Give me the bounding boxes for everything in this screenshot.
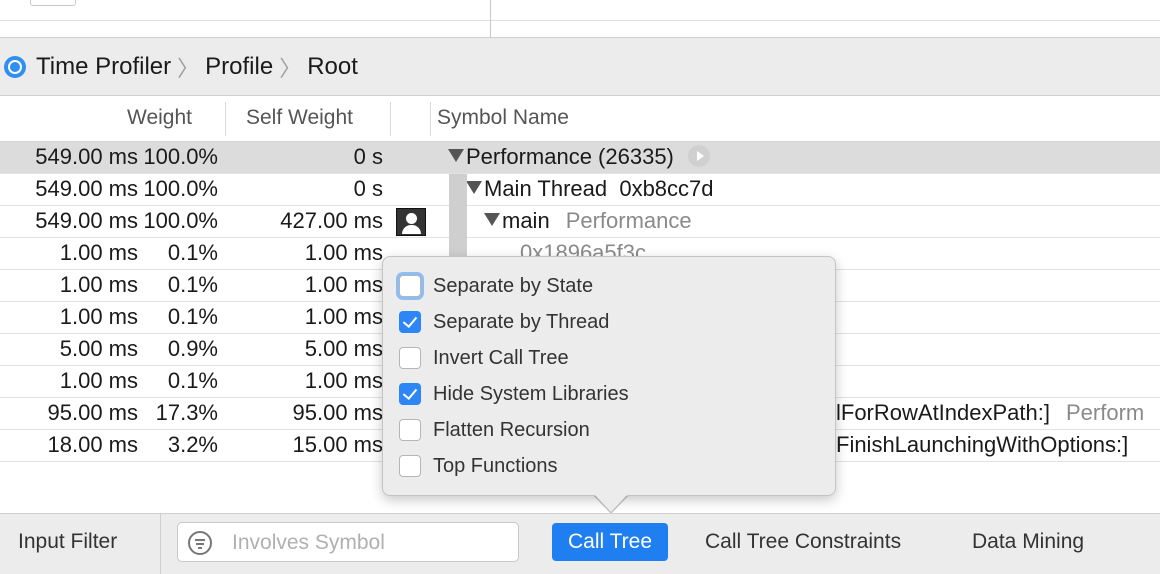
divider bbox=[490, 0, 491, 38]
symbol-search-field[interactable]: Involves Symbol bbox=[177, 522, 519, 562]
table-row[interactable]: 549.00 ms 100.0% 0 s Performance (26335) bbox=[0, 142, 1160, 174]
input-filter-button[interactable]: Input Filter bbox=[18, 530, 117, 554]
self-weight-cell: 427.00 ms bbox=[280, 208, 383, 233]
column-header-self-weight[interactable]: Self Weight bbox=[246, 106, 353, 130]
weight-cell: 1.00 ms bbox=[59, 368, 138, 393]
percent-cell: 17.3% bbox=[155, 400, 218, 425]
disclosure-triangle-icon[interactable] bbox=[448, 149, 464, 162]
weight-cell: 549.00 ms bbox=[35, 208, 138, 233]
column-divider[interactable] bbox=[390, 102, 391, 136]
percent-cell: 0.1% bbox=[167, 304, 218, 329]
option-separate-by-state[interactable]: Separate by State bbox=[399, 271, 593, 301]
checkbox[interactable] bbox=[399, 275, 421, 297]
self-weight-cell: 1.00 ms bbox=[304, 368, 383, 393]
column-header-symbol-name[interactable]: Symbol Name bbox=[437, 106, 569, 130]
weight-cell: 18.00 ms bbox=[47, 432, 139, 457]
self-weight-cell: 95.00 ms bbox=[292, 400, 384, 425]
library-name: Performance bbox=[565, 208, 692, 233]
percent-cell: 100.0% bbox=[143, 144, 218, 169]
checkbox[interactable] bbox=[399, 347, 421, 369]
symbol-cell: Performance (26335) bbox=[448, 144, 710, 170]
symbol-name: FinishLaunchingWithOptions:] bbox=[836, 432, 1129, 457]
percent-cell: 0.1% bbox=[167, 240, 218, 265]
option-label: Separate by State bbox=[433, 274, 594, 297]
user-code-icon bbox=[396, 208, 426, 236]
symbol-name: Main Thread 0xb8cc7d bbox=[484, 176, 714, 201]
weight-cell: 549.00 ms bbox=[35, 176, 138, 201]
symbol-cell: Main Thread 0xb8cc7d bbox=[466, 176, 714, 202]
percent-cell: 0.1% bbox=[167, 368, 218, 393]
weight-cell: 1.00 ms bbox=[59, 304, 138, 329]
table-row[interactable]: 549.00 ms 100.0% 427.00 ms main Performan… bbox=[0, 206, 1160, 238]
weight-cell: 95.00 ms bbox=[47, 400, 139, 425]
chevron-right-icon: 〉 bbox=[279, 55, 302, 81]
option-hide-system-libraries[interactable]: Hide System Libraries bbox=[399, 379, 629, 409]
divider bbox=[160, 514, 161, 574]
self-weight-cell: 1.00 ms bbox=[304, 272, 383, 297]
percent-cell: 100.0% bbox=[143, 208, 218, 233]
divider bbox=[0, 20, 1160, 21]
data-mining-button[interactable]: Data Mining bbox=[972, 530, 1084, 554]
filter-icon[interactable] bbox=[188, 531, 212, 555]
percent-cell: 100.0% bbox=[143, 176, 218, 201]
option-flatten-recursion[interactable]: Flatten Recursion bbox=[399, 415, 590, 445]
self-weight-cell: 15.00 ms bbox=[292, 432, 384, 457]
checkbox[interactable] bbox=[399, 419, 421, 441]
call-tree-options-popover: Separate by State Separate by Thread Inv… bbox=[382, 256, 836, 496]
option-label: Separate by Thread bbox=[433, 310, 610, 333]
chevron-right-icon: 〉 bbox=[177, 55, 200, 81]
percent-cell: 0.9% bbox=[167, 336, 218, 361]
checkbox[interactable] bbox=[399, 455, 421, 477]
column-divider[interactable] bbox=[430, 102, 431, 136]
column-header-weight[interactable]: Weight bbox=[127, 106, 192, 130]
column-divider[interactable] bbox=[225, 102, 226, 136]
table-header: Weight Self Weight Symbol Name bbox=[0, 96, 1160, 142]
popover-arrow bbox=[594, 494, 628, 512]
focus-arrow-icon[interactable] bbox=[687, 145, 710, 167]
library-name: Perform bbox=[1065, 400, 1145, 425]
checkbox[interactable] bbox=[399, 383, 421, 405]
self-weight-cell: 1.00 ms bbox=[304, 304, 383, 329]
breadcrumb-root[interactable]: Root bbox=[307, 53, 358, 81]
call-tree-constraints-button[interactable]: Call Tree Constraints bbox=[705, 530, 901, 554]
percent-cell: 0.1% bbox=[167, 272, 218, 297]
symbol-name: main bbox=[502, 208, 550, 233]
self-weight-cell: 0 s bbox=[353, 144, 383, 169]
option-top-functions[interactable]: Top Functions bbox=[399, 451, 558, 481]
weight-cell: 1.00 ms bbox=[59, 272, 138, 297]
table-row[interactable]: 549.00 ms 100.0% 0 s Main Thread 0xb8cc7… bbox=[0, 174, 1160, 206]
option-label: Top Functions bbox=[433, 454, 558, 477]
weight-cell: 5.00 ms bbox=[59, 336, 138, 361]
self-weight-cell: 5.00 ms bbox=[304, 336, 383, 361]
track-area bbox=[0, 0, 1160, 38]
call-tree-button[interactable]: Call Tree bbox=[552, 523, 668, 561]
breadcrumb: Time Profiler 〉 Profile 〉 Root bbox=[0, 38, 1160, 96]
tree-indent-guide bbox=[449, 174, 467, 264]
search-placeholder: Involves Symbol bbox=[232, 531, 385, 554]
self-weight-cell: 1.00 ms bbox=[304, 240, 383, 265]
bottom-toolbar: Input Filter Involves Symbol Call Tree C… bbox=[0, 513, 1160, 574]
self-weight-cell: 0 s bbox=[353, 176, 383, 201]
symbol-cell: main Performance bbox=[484, 208, 692, 234]
option-label: Hide System Libraries bbox=[433, 382, 629, 405]
option-separate-by-thread[interactable]: Separate by Thread bbox=[399, 307, 609, 337]
percent-cell: 3.2% bbox=[167, 432, 218, 457]
symbol-name: lForRowAtIndexPath:] bbox=[836, 400, 1050, 425]
symbol-cell: lForRowAtIndexPath:] Perform bbox=[836, 400, 1144, 426]
track-thumbnail bbox=[30, 0, 76, 6]
disclosure-triangle-icon[interactable] bbox=[466, 181, 482, 194]
symbol-name: Performance (26335) bbox=[466, 144, 674, 169]
weight-cell: 1.00 ms bbox=[59, 240, 138, 265]
option-label: Flatten Recursion bbox=[433, 418, 590, 441]
option-invert-call-tree[interactable]: Invert Call Tree bbox=[399, 343, 569, 373]
disclosure-triangle-icon[interactable] bbox=[484, 213, 500, 226]
checkbox[interactable] bbox=[399, 311, 421, 333]
option-label: Invert Call Tree bbox=[433, 346, 569, 369]
time-profiler-icon bbox=[4, 55, 26, 78]
weight-cell: 549.00 ms bbox=[35, 144, 138, 169]
breadcrumb-time-profiler[interactable]: Time Profiler bbox=[36, 53, 171, 81]
breadcrumb-profile[interactable]: Profile bbox=[205, 53, 273, 81]
